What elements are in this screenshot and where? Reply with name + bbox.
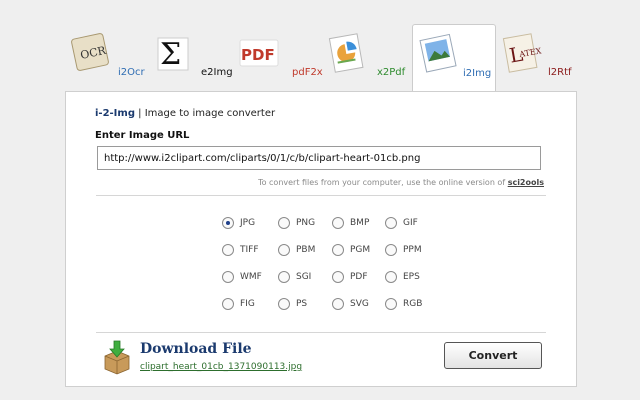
radio-button[interactable] bbox=[385, 271, 397, 283]
page-title: i-2-Img | Image to image converter bbox=[95, 108, 275, 119]
radio-button[interactable] bbox=[278, 271, 290, 283]
convert-button[interactable]: Convert bbox=[444, 342, 542, 369]
url-label: Enter Image URL bbox=[95, 130, 190, 141]
tab-label: x2Pdf bbox=[377, 67, 406, 78]
format-label: SVG bbox=[350, 299, 369, 309]
app-subtitle: Image to image converter bbox=[144, 108, 276, 119]
tab-label: l2Rtf bbox=[548, 67, 572, 78]
sigma-icon: Σ bbox=[157, 37, 189, 72]
radio-button[interactable] bbox=[385, 244, 397, 256]
pdf-icon: PDF bbox=[239, 39, 279, 67]
app-name: i-2-Img bbox=[95, 108, 135, 119]
radio-button[interactable] bbox=[222, 271, 234, 283]
tab-label: e2Img bbox=[201, 67, 233, 78]
radio-button[interactable] bbox=[278, 298, 290, 310]
format-label: BMP bbox=[350, 218, 370, 228]
radio-button[interactable] bbox=[278, 217, 290, 229]
radio-button[interactable] bbox=[222, 298, 234, 310]
tab-e2img[interactable]: Σ e2Img bbox=[150, 24, 236, 92]
format-label: PBM bbox=[296, 245, 316, 255]
format-label: PNG bbox=[296, 218, 316, 228]
tab-i2ocr[interactable]: OCR i2Ocr bbox=[68, 24, 150, 92]
radio-button[interactable] bbox=[332, 244, 344, 256]
offline-note: To convert files from your computer, use… bbox=[258, 178, 544, 187]
chart-doc-icon bbox=[328, 33, 364, 73]
tab-label: i2Img bbox=[463, 68, 492, 79]
format-label: RGB bbox=[403, 299, 423, 309]
tab-label: i2Ocr bbox=[118, 67, 145, 78]
format-label: TIFF bbox=[240, 245, 259, 255]
tab-x2pdf[interactable]: x2Pdf bbox=[324, 24, 410, 92]
converter-panel: i-2-Img | Image to image converter Enter… bbox=[65, 91, 577, 387]
tab-pdf2x[interactable]: PDF pdF2x bbox=[236, 24, 324, 92]
format-label: GIF bbox=[403, 218, 418, 228]
download-title: Download File bbox=[140, 341, 252, 357]
format-label: SGI bbox=[296, 272, 312, 282]
download-file-link[interactable]: clipart_heart_01cb_1371090113.jpg bbox=[140, 362, 302, 372]
tab-i2img[interactable]: i2Img bbox=[412, 24, 496, 92]
format-label: PS bbox=[296, 299, 308, 309]
download-box-icon bbox=[104, 340, 130, 375]
format-label: FIG bbox=[240, 299, 255, 309]
image-doc-icon bbox=[419, 33, 457, 73]
converter-tabs: OCR i2Ocr Σ e2Img PDF pdF2x x2Pdf i2Img … bbox=[62, 24, 592, 92]
radio-button[interactable] bbox=[385, 217, 397, 229]
svg-text:Σ: Σ bbox=[160, 37, 181, 72]
format-label: EPS bbox=[403, 272, 420, 282]
format-label: WMF bbox=[240, 272, 262, 282]
radio-button[interactable] bbox=[222, 217, 234, 229]
radio-button[interactable] bbox=[332, 271, 344, 283]
format-label: PDF bbox=[350, 272, 368, 282]
radio-button[interactable] bbox=[332, 298, 344, 310]
note-text: To convert files from your computer, use… bbox=[258, 178, 508, 187]
tab-l2rtf[interactable]: L ATEX l2Rtf bbox=[498, 24, 580, 92]
divider bbox=[96, 195, 546, 196]
radio-button[interactable] bbox=[332, 217, 344, 229]
image-url-input[interactable] bbox=[97, 146, 541, 170]
latex-icon: L ATEX bbox=[502, 33, 542, 73]
format-label: PPM bbox=[403, 245, 422, 255]
divider bbox=[96, 332, 546, 333]
format-label: JPG bbox=[240, 218, 256, 228]
ocr-icon: OCR bbox=[71, 33, 109, 71]
svg-text:PDF: PDF bbox=[241, 46, 275, 64]
format-label: PGM bbox=[350, 245, 371, 255]
title-separator: | bbox=[135, 108, 145, 119]
radio-button[interactable] bbox=[222, 244, 234, 256]
radio-button[interactable] bbox=[278, 244, 290, 256]
radio-button[interactable] bbox=[385, 298, 397, 310]
sci2ools-link[interactable]: sci2ools bbox=[508, 178, 544, 187]
tab-label: pdF2x bbox=[292, 67, 323, 78]
